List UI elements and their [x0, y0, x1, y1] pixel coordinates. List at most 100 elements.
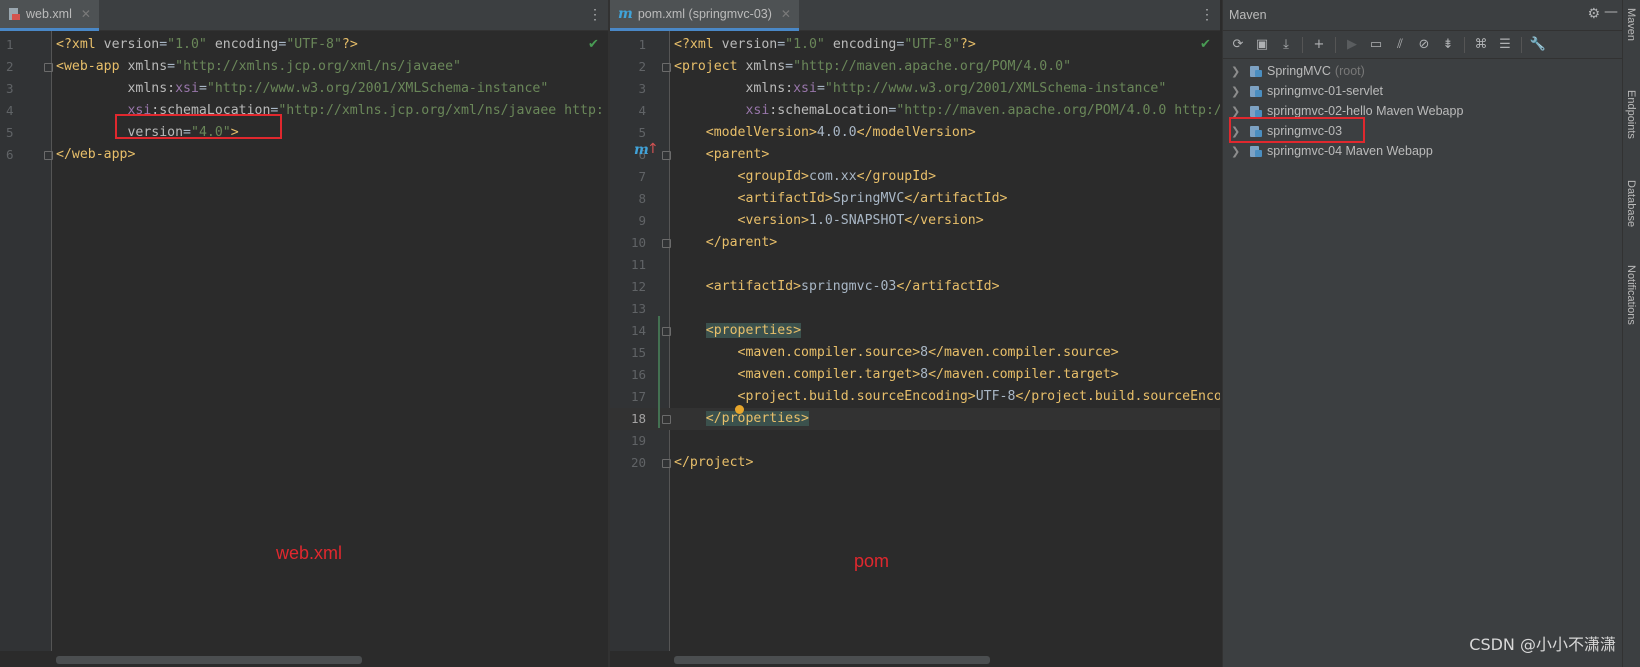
- run-icon[interactable]: ▶: [1341, 34, 1363, 56]
- code-line[interactable]: 3 xmlns:xsi="http://www.w3.org/2001/XMLS…: [610, 78, 1220, 100]
- toggle-offline-icon[interactable]: ⫽: [1389, 34, 1411, 56]
- code-line[interactable]: 16 <maven.compiler.target>8</maven.compi…: [610, 364, 1220, 386]
- reload-icon[interactable]: ⟳: [1227, 34, 1249, 56]
- fold-marker-icon[interactable]: [662, 63, 671, 72]
- code-line[interactable]: 14 <properties>: [610, 320, 1220, 342]
- gear-icon[interactable]: ⚙: [1587, 6, 1600, 22]
- code-line[interactable]: 6 <parent>: [610, 144, 1220, 166]
- right-horizontal-scrollbar[interactable]: [610, 651, 1220, 667]
- project-label: springmvc-04 Maven Webapp: [1267, 144, 1433, 158]
- code-token: "UTF-8": [286, 37, 342, 52]
- code-line[interactable]: 7 <groupId>com.xx</groupId>: [610, 166, 1220, 188]
- fold-marker-icon[interactable]: [662, 151, 671, 160]
- no-problems-check-icon: ✔: [1200, 37, 1211, 52]
- code-token: UTF-8: [975, 389, 1016, 404]
- chevron-right-icon[interactable]: ❯: [1231, 85, 1245, 98]
- chevron-right-icon[interactable]: ❯: [1231, 65, 1245, 78]
- close-tab-icon[interactable]: ✕: [81, 7, 91, 21]
- code-token: =: [167, 59, 176, 74]
- code-line[interactable]: 1 <?xml version="1.0" encoding="UTF-8"?>: [610, 34, 1220, 56]
- settings-wrench-icon[interactable]: 🔧: [1527, 34, 1549, 56]
- code-line[interactable]: 8 <artifactId>SpringMVC</artifactId>: [610, 188, 1220, 210]
- more-options-icon[interactable]: ⋮: [588, 6, 602, 24]
- code-token: xmlns: [127, 59, 168, 74]
- stripe-database[interactable]: Database: [1625, 180, 1637, 227]
- maven-tool-window[interactable]: Maven ⚙ — ⟳ ▣ ⤓ + ▶ ▭ ⫽ ⊘ ⇟ ⌘ ☰ 🔧 ❯ Sprin…: [1222, 0, 1622, 667]
- code-token: "http://xmlns.jcp.org/xml/ns/javaee http…: [278, 103, 604, 118]
- fold-marker-icon[interactable]: [662, 239, 671, 248]
- fold-marker-icon[interactable]: [44, 63, 53, 72]
- tab-pom-xml[interactable]: m pom.xml (springmvc-03) ✕: [610, 0, 799, 31]
- line-number: 19: [630, 433, 646, 448]
- fold-marker-icon[interactable]: [44, 151, 53, 160]
- right-code-area[interactable]: 1 <?xml version="1.0" encoding="UTF-8"?> 2…: [610, 31, 1220, 651]
- code-line[interactable]: 2 <web-app xmlns="http://xmlns.jcp.org/xm…: [0, 56, 608, 78]
- fold-marker-icon[interactable]: [662, 327, 671, 336]
- code-line[interactable]: 9 <version>1.0-SNAPSHOT</version>: [610, 210, 1220, 232]
- close-tab-icon[interactable]: ✕: [781, 7, 791, 21]
- code-line[interactable]: 13: [610, 298, 1220, 320]
- code-line[interactable]: 3 xmlns:xsi="http://www.w3.org/2001/XMLS…: [0, 78, 608, 100]
- code-token: <parent>: [705, 147, 770, 162]
- chevron-right-icon[interactable]: ❯: [1231, 145, 1245, 158]
- stripe-endpoints[interactable]: Endpoints: [1625, 90, 1637, 139]
- download-icon[interactable]: ⤓: [1275, 34, 1297, 56]
- stripe-notifications[interactable]: Notifications: [1625, 265, 1637, 325]
- code-line[interactable]: 12 <artifactId>springmvc-03</artifactId>: [610, 276, 1220, 298]
- no-problems-check-icon: ✔: [588, 37, 599, 52]
- code-line[interactable]: 10 </parent>: [610, 232, 1220, 254]
- stripe-maven[interactable]: Maven: [1625, 8, 1637, 41]
- vcs-change-marker[interactable]: [658, 316, 660, 428]
- code-token: <properties>: [705, 323, 802, 338]
- right-tool-stripe: Maven Endpoints Database Notifications: [1622, 0, 1640, 667]
- code-token: "1.0": [167, 37, 207, 52]
- maven-project-item[interactable]: ❯ springmvc-01-servlet: [1223, 81, 1622, 101]
- pom-xml-editor[interactable]: m pom.xml (springmvc-03) ✕ ⋮ 1 <?xml vers…: [610, 0, 1220, 667]
- plus-icon[interactable]: +: [1308, 34, 1330, 56]
- collapse-icon[interactable]: ⇟: [1437, 34, 1459, 56]
- maven-project-item[interactable]: ❯ springmvc-04 Maven Webapp: [1223, 141, 1622, 161]
- code-line[interactable]: 2 <project xmlns="http://maven.apache.org…: [610, 56, 1220, 78]
- code-line[interactable]: 5 <modelVersion>4.0.0</modelVersion>: [610, 122, 1220, 144]
- web-xml-editor[interactable]: web.xml ✕ ⋮ 1 <?xml version="1.0" encodin…: [0, 0, 608, 667]
- code-line[interactable]: 4 xsi:schemaLocation="http://xmlns.jcp.o…: [0, 100, 608, 122]
- maven-module-icon: [1249, 144, 1263, 158]
- fold-marker-icon[interactable]: [662, 415, 671, 424]
- code-line[interactable]: 17 <project.build.sourceEncoding>UTF-8</…: [610, 386, 1220, 408]
- code-token: version: [721, 37, 778, 52]
- code-line[interactable]: 18 </properties>: [610, 408, 1220, 430]
- code-token: 4.0.0: [816, 125, 857, 140]
- add-folder-icon[interactable]: ▣: [1251, 34, 1273, 56]
- code-line[interactable]: 4 xsi:schemaLocation="http://maven.apach…: [610, 100, 1220, 122]
- code-token: <artifactId>: [737, 191, 833, 206]
- expand-icon[interactable]: ☰: [1494, 34, 1516, 56]
- project-label: springmvc-02-hello Maven Webapp: [1267, 104, 1464, 118]
- execute-goal-icon[interactable]: ▭: [1365, 34, 1387, 56]
- code-line[interactable]: 20 </project>: [610, 452, 1220, 474]
- code-token: </modelVersion>: [856, 125, 976, 140]
- code-token: com.xx: [809, 169, 857, 184]
- left-horizontal-scrollbar[interactable]: [0, 651, 608, 667]
- code-line[interactable]: 19: [610, 430, 1220, 452]
- code-line[interactable]: 5 version="4.0">: [0, 122, 608, 144]
- more-options-icon[interactable]: ⋮: [1200, 6, 1214, 24]
- code-line[interactable]: 11: [610, 254, 1220, 276]
- show-dependencies-icon[interactable]: ⌘: [1470, 34, 1492, 56]
- chevron-right-icon[interactable]: ❯: [1231, 105, 1245, 118]
- code-text: <properties>: [674, 320, 802, 342]
- maven-module-icon: [1249, 104, 1263, 118]
- intention-bulb-icon[interactable]: [735, 405, 744, 414]
- tab-web-xml[interactable]: web.xml ✕: [0, 0, 99, 31]
- code-line[interactable]: 6 </web-app>: [0, 144, 608, 166]
- code-line[interactable]: 1 <?xml version="1.0" encoding="UTF-8"?>: [0, 34, 608, 56]
- skip-tests-icon[interactable]: ⊘: [1413, 34, 1435, 56]
- minimize-icon[interactable]: —: [1604, 4, 1618, 20]
- navigate-parent-arrow-icon[interactable]: ↑: [647, 141, 659, 157]
- code-line[interactable]: 15 <maven.compiler.source>8</maven.compi…: [610, 342, 1220, 364]
- fold-marker-icon[interactable]: [662, 459, 671, 468]
- maven-project-item[interactable]: ❯ SpringMVC (root): [1223, 61, 1622, 81]
- line-number: 16: [630, 367, 646, 382]
